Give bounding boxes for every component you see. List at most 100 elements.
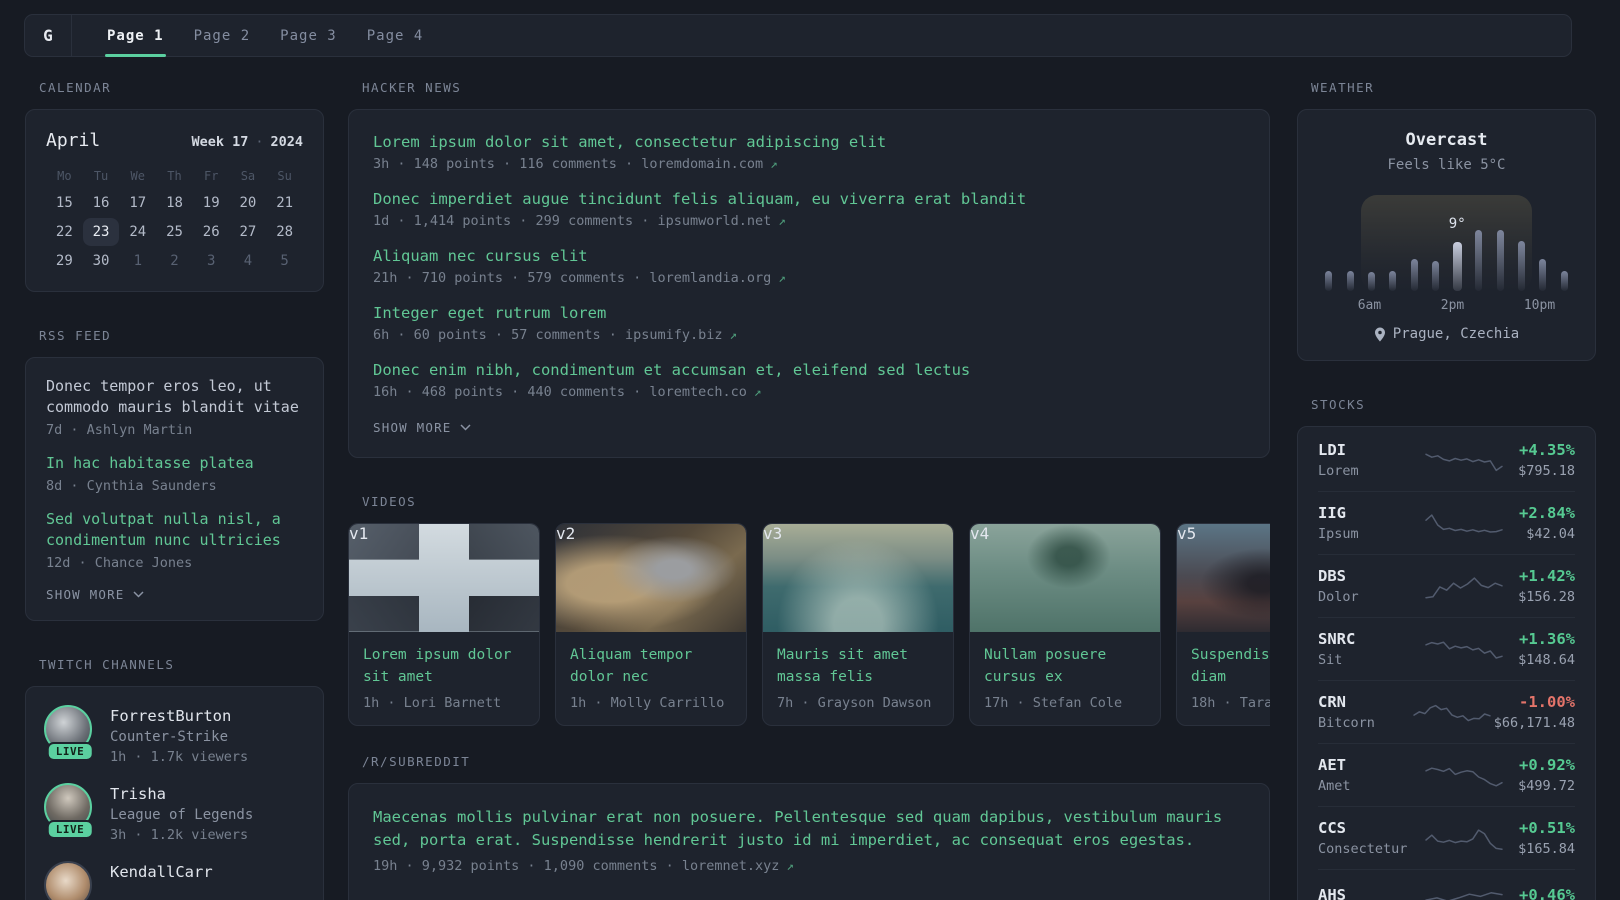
calendar-day[interactable]: 4 [230, 247, 267, 275]
stock-values: +4.35% $795.18 [1518, 441, 1575, 479]
show-more-button[interactable]: SHOW MORE [373, 420, 471, 435]
calendar-day[interactable]: 15 [46, 189, 83, 217]
videos-section: VIDEOS v1 Lorem ipsum dolor sit amet con… [348, 494, 1270, 726]
stock-name: Ipsum [1318, 526, 1359, 542]
hackernews-item-meta: 1d · 1,414 points · 299 comments · ipsum… [373, 213, 786, 229]
post-title[interactable]: Maecenas mollis pulvinar erat non posuer… [373, 806, 1245, 852]
calendar-day[interactable]: 22 [46, 218, 83, 246]
weather-bar [1339, 195, 1360, 291]
video-card[interactable]: v3 Mauris sit amet massa felis 7h · Gray… [762, 523, 954, 726]
calendar-day[interactable]: 20 [230, 189, 267, 217]
stock-row-snrc[interactable]: SNRC Sit +1.36% $148.64 [1318, 617, 1575, 680]
stock-name: Amet [1318, 778, 1351, 794]
twitch-channel[interactable]: LIVE ForrestBurton Counter-Strike 1h · 1… [44, 705, 305, 765]
video-info: Nullam posuere cursus ex 17h · Stefan Co… [970, 632, 1160, 725]
chevron-down-icon [460, 424, 471, 431]
stock-sparkline [1425, 641, 1503, 659]
calendar-day[interactable]: 2 [156, 247, 193, 275]
stock-sparkline [1412, 704, 1491, 722]
calendar-day[interactable]: 18 [156, 189, 193, 217]
twitch-channel[interactable]: KendallCarr [44, 861, 305, 900]
stock-price: $156.28 [1518, 589, 1575, 605]
external-link-icon: ↗ [753, 384, 762, 399]
stock-row-iig[interactable]: IIG Ipsum +2.84% $42.04 [1318, 491, 1575, 554]
stock-values: +2.84% $42.04 [1519, 504, 1575, 542]
tab-page-1[interactable]: Page 1 [92, 15, 179, 57]
calendar-section-title: CALENDAR [39, 80, 112, 95]
video-card[interactable]: v5 Suspendisse diam 18h · Tara [1176, 523, 1270, 726]
external-link-icon: ↗ [786, 858, 794, 873]
video-list: v1 Lorem ipsum dolor sit amet consectetu… [348, 523, 1270, 726]
hackernews-item-title[interactable]: Integer eget rutrum lorem [373, 303, 1245, 323]
dot-separator: · [255, 134, 264, 150]
stock-change: +1.42% [1519, 567, 1575, 585]
calendar-day[interactable]: 17 [119, 189, 156, 217]
page-tabs: Page 1 Page 2 Page 3 Page 4 [72, 15, 439, 57]
video-card[interactable]: v4 Nullam posuere cursus ex 17h · Stefan… [969, 523, 1161, 726]
external-link-icon: ↗ [778, 270, 786, 285]
video-card[interactable]: v1 Lorem ipsum dolor sit amet consectetu… [348, 523, 540, 726]
calendar-day[interactable]: 25 [156, 218, 193, 246]
video-title: Aliquam tempor dolor nec pharetra… [570, 647, 693, 685]
calendar-day[interactable]: 28 [266, 218, 303, 246]
weather-bar: 9° [1447, 195, 1468, 291]
stock-row-ldi[interactable]: LDI Lorem +4.35% $795.18 [1318, 429, 1575, 491]
stock-sparkline [1425, 514, 1503, 533]
stock-sparkline [1425, 892, 1503, 900]
rss-item-meta: 7d · Ashlyn Martin [46, 422, 193, 438]
app-logo[interactable]: G [25, 15, 72, 56]
hackernews-item-title[interactable]: Donec enim nibh, condimentum et accumsan… [373, 360, 1245, 380]
stock-row-ccs[interactable]: CCS Consectetur +0.51% $165.84 [1318, 806, 1575, 869]
channel-name: ForrestBurton [110, 707, 232, 725]
video-title: Suspendisse diam [1191, 647, 1270, 685]
video-card[interactable]: v2 Aliquam tempor dolor nec pharetra… 1h… [555, 523, 747, 726]
calendar-day[interactable]: 27 [230, 218, 267, 246]
stock-row-aet[interactable]: AET Amet +0.92% $499.72 [1318, 743, 1575, 806]
stock-row-ahs[interactable]: AHS +0.46% [1318, 869, 1575, 900]
calendar-day[interactable]: 29 [46, 247, 83, 275]
calendar-day[interactable]: 21 [266, 189, 303, 217]
subreddit-widget: Maecenas mollis pulvinar erat non posuer… [348, 783, 1270, 900]
channel-game: League of Legends [110, 807, 254, 823]
stock-symbol: CRN [1318, 693, 1346, 711]
rss-item-title[interactable]: In hac habitasse platea [46, 453, 303, 474]
stock-sparkline [1425, 453, 1503, 472]
calendar-day[interactable]: 3 [193, 247, 230, 275]
rss-item-title[interactable]: Sed volutpat nulla nisl, a condimentum n… [46, 509, 303, 551]
calendar-day[interactable]: 16 [83, 189, 120, 217]
calendar-day[interactable]: 19 [193, 189, 230, 217]
hackernews-item-title[interactable]: Donec imperdiet augue tincidunt felis al… [373, 189, 1245, 209]
weather-hour-label [1401, 298, 1421, 313]
rss-widget: Donec tempor eros leo, ut commodo mauris… [25, 357, 324, 621]
weather-hour-label [1318, 298, 1338, 313]
stocks-section-title: STOCKS [1311, 397, 1366, 412]
calendar-day[interactable]: 23 [82, 218, 120, 246]
hackernews-item-title[interactable]: Lorem ipsum dolor sit amet, consectetur … [373, 132, 1245, 152]
calendar-day[interactable]: 26 [193, 218, 230, 246]
tab-page-3[interactable]: Page 3 [265, 15, 352, 56]
live-badge: LIVE [46, 820, 94, 839]
stock-row-crn[interactable]: CRN Bitcorn -1.00% $66,171.48 [1318, 680, 1575, 743]
post-meta: 19h · 9,932 points · 1,090 comments · lo… [373, 858, 794, 874]
weather-bar [1489, 195, 1510, 291]
tab-page-2[interactable]: Page 2 [179, 15, 266, 56]
twitch-channel[interactable]: LIVE Trisha League of Legends 3h · 1.2k … [44, 783, 305, 843]
location-pin-icon [1374, 327, 1385, 341]
stock-sparkline [1425, 829, 1503, 850]
stock-row-dbs[interactable]: DBS Dolor +1.42% $156.28 [1318, 554, 1575, 617]
video-meta: 1h · Lori Barnett [363, 695, 502, 711]
tab-page-4[interactable]: Page 4 [352, 15, 439, 56]
calendar-day[interactable]: 24 [119, 218, 156, 246]
show-more-button[interactable]: SHOW MORE [46, 587, 144, 602]
channel-info: Trisha League of Legends 3h · 1.2k viewe… [110, 783, 253, 843]
hackernews-item: Integer eget rutrum lorem 6h · 60 points… [373, 303, 1245, 343]
calendar-day[interactable]: 30 [83, 247, 120, 275]
calendar-day[interactable]: 5 [266, 247, 303, 275]
rss-item-title[interactable]: Donec tempor eros leo, ut commodo mauris… [46, 376, 303, 418]
hackernews-item-title[interactable]: Aliquam nec cursus elit [373, 246, 1245, 266]
subreddit-post: Maecenas mollis pulvinar erat non posuer… [373, 806, 1245, 874]
stock-name: Bitcorn [1318, 715, 1375, 731]
calendar-weekday-row: Mo Tu We Th Fr Sa Su [46, 167, 303, 185]
video-meta: 1h · Molly Carrillo [570, 695, 725, 711]
calendar-day[interactable]: 1 [119, 247, 156, 275]
